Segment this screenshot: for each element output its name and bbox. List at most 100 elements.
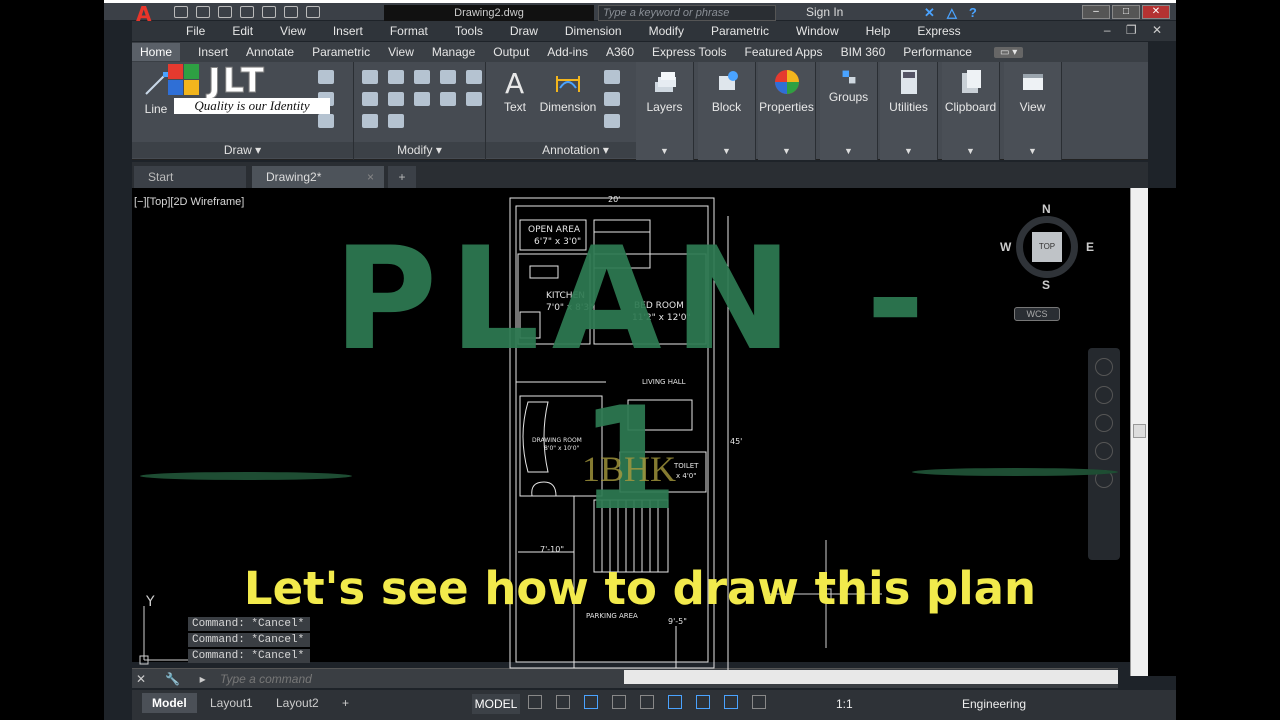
tab-express-tools[interactable]: Express Tools [652, 45, 726, 59]
wcs-menu[interactable]: WCS [1014, 307, 1060, 321]
move-icon[interactable] [362, 70, 378, 84]
text-button[interactable]: A Text [492, 68, 538, 114]
ortho-icon[interactable] [584, 695, 598, 709]
array-icon[interactable] [362, 114, 378, 128]
menu-tools[interactable]: Tools [455, 24, 483, 38]
add-layout-button[interactable]: + [332, 693, 359, 713]
exchange-icon[interactable]: ✕ [924, 5, 935, 21]
new-tab-button[interactable]: + [388, 166, 416, 188]
leader-icon[interactable] [604, 92, 620, 106]
draw-panel-title[interactable]: Draw ▾ [132, 142, 353, 158]
stretch-icon[interactable] [440, 92, 456, 106]
tab-parametric[interactable]: Parametric [312, 45, 370, 59]
layers-expand-icon[interactable]: ▼ [636, 146, 693, 156]
tab-home[interactable]: Home [132, 43, 181, 61]
menu-draw[interactable]: Draw [510, 24, 538, 38]
search-input[interactable]: Type a keyword or phrase [598, 5, 776, 21]
menu-insert[interactable]: Insert [333, 24, 363, 38]
modify-panel-title[interactable]: Modify ▾ [354, 142, 485, 158]
zoom-extents-icon[interactable] [1095, 414, 1113, 432]
scale-icon[interactable] [466, 92, 482, 106]
model-space-toggle[interactable]: MODEL [472, 694, 520, 714]
tab-start[interactable]: Start [134, 166, 246, 188]
document-window-controls[interactable]: – ❐ ✕ [1104, 23, 1168, 37]
tab-manage[interactable]: Manage [432, 45, 475, 59]
viewcube[interactable]: TOP N S E W [996, 202, 1096, 304]
linear-dimension-icon[interactable] [604, 70, 620, 84]
offset-icon[interactable] [388, 114, 404, 128]
annotation-scale-icon[interactable] [752, 695, 766, 709]
menu-edit[interactable]: Edit [232, 24, 253, 38]
menu-view[interactable]: View [280, 24, 306, 38]
tab-drawing2[interactable]: Drawing2* × [252, 166, 384, 188]
help-icon[interactable]: ? [969, 5, 977, 21]
menu-format[interactable]: Format [390, 24, 428, 38]
mirror-icon[interactable] [362, 92, 378, 106]
save-as-icon[interactable] [240, 6, 254, 18]
tab-add-ins[interactable]: Add-ins [547, 45, 588, 59]
tab-bim-360[interactable]: BIM 360 [841, 45, 886, 59]
block-expand-icon[interactable]: ▼ [698, 146, 755, 156]
maximize-button[interactable]: □ [1112, 5, 1140, 19]
region-icon[interactable] [318, 114, 334, 128]
ribbon-display-toggle[interactable]: ▭ ▾ [993, 46, 1024, 58]
menu-window[interactable]: Window [796, 24, 839, 38]
explode-icon[interactable] [414, 92, 430, 106]
steering-wheel-icon[interactable] [1095, 358, 1113, 376]
tab-annotate[interactable]: Annotate [246, 45, 294, 59]
selection-cycling-icon[interactable] [696, 695, 710, 709]
properties-expand-icon[interactable]: ▼ [758, 146, 815, 156]
utilities-panel[interactable]: Utilities ▼ [880, 62, 938, 160]
layers-panel[interactable]: Layers ▼ [636, 62, 694, 160]
object-snap-icon[interactable] [668, 695, 682, 709]
tab-layout1[interactable]: Layout1 [200, 693, 263, 713]
close-button[interactable]: ✕ [1142, 5, 1170, 19]
autodesk-app-icon[interactable]: △ [947, 5, 957, 21]
dimension-button[interactable]: Dimension [538, 68, 598, 114]
command-input[interactable]: Type a command [220, 672, 312, 686]
groups-expand-icon[interactable]: ▼ [820, 146, 877, 156]
view-panel[interactable]: View ▼ [1004, 62, 1062, 160]
viewcube-top-face[interactable]: TOP [1032, 232, 1062, 262]
rotate-icon[interactable] [388, 70, 404, 84]
redo-icon[interactable] [306, 6, 320, 18]
tab-featured-apps[interactable]: Featured Apps [745, 45, 823, 59]
vertical-scrollbar[interactable] [1130, 188, 1148, 676]
clipboard-panel[interactable]: Clipboard ▼ [942, 62, 1000, 160]
isodraft-icon[interactable] [640, 695, 654, 709]
tab-a360[interactable]: A360 [606, 45, 634, 59]
block-panel[interactable]: Block ▼ [698, 62, 756, 160]
fillet-icon[interactable] [388, 92, 404, 106]
tab-model[interactable]: Model [142, 693, 197, 713]
workspace-switcher[interactable]: Engineering [962, 697, 1026, 711]
tab-insert[interactable]: Insert [198, 45, 228, 59]
utilities-expand-icon[interactable]: ▼ [880, 146, 937, 156]
copy-icon[interactable] [466, 70, 482, 84]
erase-icon[interactable] [440, 70, 456, 84]
plot-icon[interactable] [262, 6, 276, 18]
polar-icon[interactable] [612, 695, 626, 709]
sign-in-button[interactable]: Sign In [806, 5, 843, 19]
menu-parametric[interactable]: Parametric [711, 24, 769, 38]
new-file-icon[interactable] [174, 6, 188, 18]
grid-icon[interactable] [528, 695, 542, 709]
menu-file[interactable]: File [186, 24, 205, 38]
trim-icon[interactable] [414, 70, 430, 84]
minimize-button[interactable]: – [1082, 5, 1110, 19]
save-icon[interactable] [218, 6, 232, 18]
tab-performance[interactable]: Performance [903, 45, 972, 59]
menu-dimension[interactable]: Dimension [565, 24, 622, 38]
annotation-scale[interactable]: 1:1 [836, 697, 853, 711]
table-icon[interactable] [604, 114, 620, 128]
clipboard-expand-icon[interactable]: ▼ [942, 146, 999, 156]
orbit-icon[interactable] [1095, 442, 1113, 460]
open-file-icon[interactable] [196, 6, 210, 18]
tab-layout2[interactable]: Layout2 [266, 693, 329, 713]
menu-help[interactable]: Help [866, 24, 891, 38]
command-line-buttons[interactable]: ✕ 🔧 ▸ [136, 672, 214, 686]
undo-icon[interactable] [284, 6, 298, 18]
scrollbar-thumb[interactable] [1133, 424, 1146, 438]
snap-icon[interactable] [556, 695, 570, 709]
menu-express[interactable]: Express [917, 24, 960, 38]
close-tab-icon[interactable]: × [367, 166, 374, 188]
